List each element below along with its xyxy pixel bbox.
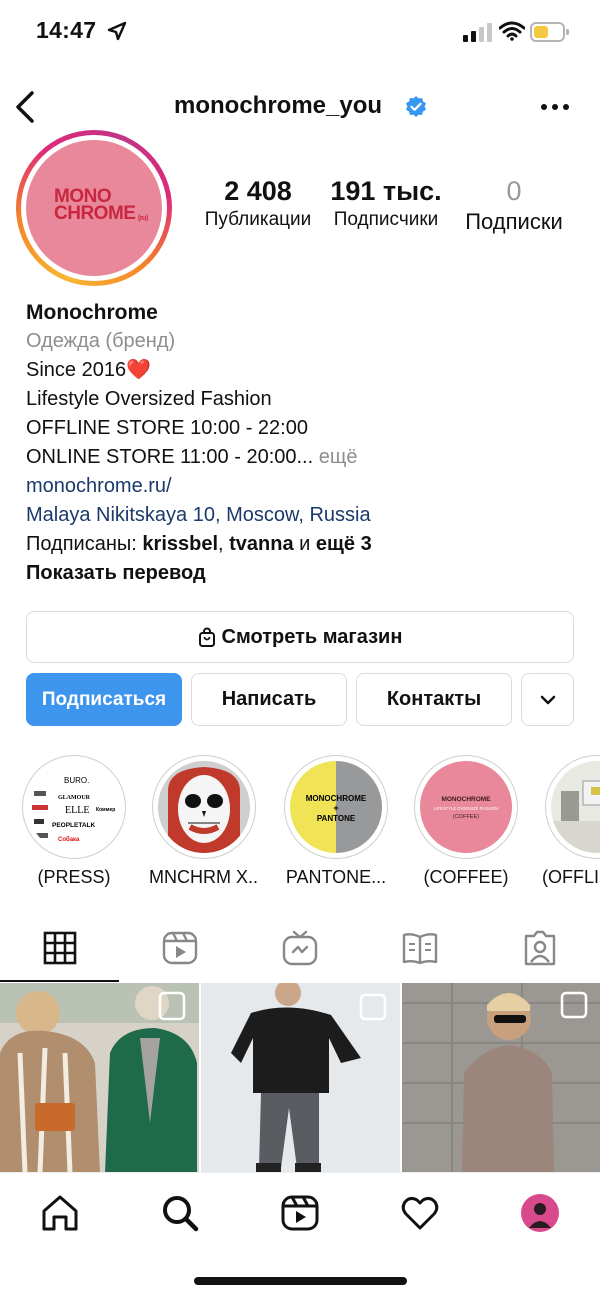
guides-icon[interactable] bbox=[402, 930, 438, 966]
bio-line: ONLINE STORE 11:00 - 20:00... ещё bbox=[26, 446, 358, 468]
home-icon[interactable] bbox=[40, 1193, 80, 1233]
highlight-cover bbox=[158, 761, 250, 853]
wifi-icon bbox=[499, 21, 525, 41]
reels-icon[interactable] bbox=[162, 930, 198, 966]
profile-username: monochrome_you bbox=[174, 92, 383, 119]
brand-logo: MONO CHROME (ru) bbox=[54, 186, 148, 224]
battery-icon bbox=[530, 22, 569, 42]
bio-more-link[interactable]: ещё bbox=[319, 446, 358, 468]
post-image bbox=[0, 983, 199, 1173]
highlight-coffee[interactable]: MONOCHROME LIFESTYLE OVERSIZE FASHION (C… bbox=[411, 755, 521, 888]
heart-icon[interactable] bbox=[400, 1193, 440, 1233]
stat-posts-value: 2 408 bbox=[224, 176, 292, 206]
view-shop-label: Смотреть магазин bbox=[221, 625, 403, 648]
pantone-brand: MONOCHROME bbox=[306, 794, 367, 803]
highlight-cover: BURO. GLAMOUR ELLE Коммер PEOPLETALK Соб… bbox=[28, 761, 120, 853]
profile-bio: Monochrome Одежда (бренд) Since 2016❤️ L… bbox=[26, 298, 586, 588]
message-button[interactable]: Написать bbox=[191, 673, 347, 726]
location-arrow-icon bbox=[107, 21, 127, 41]
highlight-cover bbox=[551, 761, 600, 853]
post-image bbox=[402, 983, 600, 1173]
search-icon[interactable] bbox=[160, 1193, 200, 1233]
profile-header: monochrome_you bbox=[0, 80, 600, 134]
post-thumbnail[interactable] bbox=[0, 983, 199, 1173]
highlight-pantone[interactable]: MONOCHROME + PANTONE PANTONE... bbox=[281, 755, 391, 888]
show-translation[interactable]: Показать перевод bbox=[26, 559, 586, 588]
post-thumbnail[interactable] bbox=[402, 983, 600, 1173]
profile-avatar-icon[interactable] bbox=[519, 1192, 561, 1234]
stat-posts-label: Публикации bbox=[204, 209, 312, 230]
profile-tabs bbox=[0, 920, 600, 982]
bio-line: OFFLINE STORE 10:00 - 22:00 bbox=[26, 417, 308, 439]
highlight-mnchrm[interactable]: MNCHRM X... bbox=[149, 755, 259, 888]
followed-by: Подписаны: krissbel, tvanna и ещё 3 bbox=[26, 533, 372, 555]
signal-icon bbox=[463, 23, 492, 42]
coffee-brand: MONOCHROME bbox=[441, 796, 491, 803]
press-logo: BURO. bbox=[64, 776, 89, 785]
suggested-dropdown-button[interactable] bbox=[521, 673, 574, 726]
follow-button[interactable]: Подписаться bbox=[26, 673, 182, 726]
back-arrow-icon[interactable] bbox=[12, 88, 38, 126]
status-bar: 14:47 bbox=[0, 0, 600, 64]
active-tab-indicator bbox=[0, 980, 119, 982]
stat-following[interactable]: 0 Подписки bbox=[455, 176, 573, 235]
bio-line: Lifestyle Oversized Fashion bbox=[26, 388, 272, 410]
stat-following-value: 0 bbox=[506, 176, 522, 206]
press-logo: ELLE bbox=[65, 805, 89, 816]
website-link[interactable]: monochrome.ru/ bbox=[26, 472, 586, 501]
coffee-subtitle: LIFESTYLE OVERSIZE FASHION bbox=[434, 806, 498, 811]
chevron-down-icon bbox=[540, 695, 555, 704]
shopping-bag-icon bbox=[198, 627, 215, 647]
press-logo: PEOPLETALK bbox=[52, 822, 96, 829]
post-image bbox=[201, 983, 400, 1173]
highlight-label: (COFFEE) bbox=[423, 867, 509, 887]
profile-name: Monochrome bbox=[26, 301, 158, 324]
post-thumbnail[interactable] bbox=[201, 983, 400, 1173]
profile-avatar[interactable]: MONO CHROME (ru) bbox=[16, 130, 172, 286]
address-link[interactable]: Malaya Nikitskaya 10, Moscow, Russia bbox=[26, 501, 586, 530]
status-time: 14:47 bbox=[36, 17, 97, 43]
followed-user[interactable]: tvanna bbox=[229, 533, 293, 555]
followed-more[interactable]: ещё 3 bbox=[316, 533, 372, 555]
highlight-label: (PRESS) bbox=[37, 867, 111, 887]
coffee-tag: (COFFEE) bbox=[453, 814, 479, 820]
press-logo: Коммер bbox=[96, 807, 115, 813]
pantone-name: PANTONE bbox=[317, 814, 356, 823]
highlight-press[interactable]: BURO. GLAMOUR ELLE Коммер PEOPLETALK Соб… bbox=[19, 755, 129, 888]
press-logo: Собака bbox=[58, 836, 80, 843]
tagged-icon[interactable] bbox=[522, 930, 558, 966]
highlight-offline[interactable]: (OFFLI bbox=[542, 755, 600, 888]
profile-category: Одежда (бренд) bbox=[26, 330, 176, 352]
home-indicator bbox=[194, 1277, 407, 1285]
avatar-image: MONO CHROME (ru) bbox=[26, 140, 162, 276]
highlight-cover: MONOCHROME LIFESTYLE OVERSIZE FASHION (C… bbox=[420, 761, 512, 853]
followed-user[interactable]: krissbel bbox=[142, 533, 218, 555]
highlight-label: MNCHRM X... bbox=[149, 867, 259, 887]
reels-icon[interactable] bbox=[280, 1193, 320, 1233]
press-logo: GLAMOUR bbox=[58, 795, 91, 801]
highlight-label: (OFFLI bbox=[542, 867, 599, 887]
bio-line: Since 2016❤️ bbox=[26, 359, 151, 381]
stat-followers-label: Подписчики bbox=[333, 209, 439, 230]
highlight-cover: MONOCHROME + PANTONE bbox=[290, 761, 382, 853]
stat-followers[interactable]: 191 тыс. Подписчики bbox=[327, 176, 445, 231]
grid-icon[interactable] bbox=[42, 930, 78, 966]
contacts-button[interactable]: Контакты bbox=[356, 673, 512, 726]
view-shop-button[interactable]: Смотреть магазин bbox=[26, 611, 574, 663]
igtv-icon[interactable] bbox=[282, 930, 318, 966]
posts-grid bbox=[0, 983, 600, 1173]
pantone-plus: + bbox=[333, 803, 338, 813]
verified-badge-icon bbox=[406, 96, 426, 117]
stat-following-label: Подписки bbox=[465, 209, 563, 234]
stat-posts: 2 408 Публикации bbox=[198, 176, 318, 231]
stat-followers-value: 191 тыс. bbox=[330, 176, 442, 206]
highlight-label: PANTONE... bbox=[285, 867, 387, 887]
more-options-icon[interactable] bbox=[540, 100, 570, 114]
